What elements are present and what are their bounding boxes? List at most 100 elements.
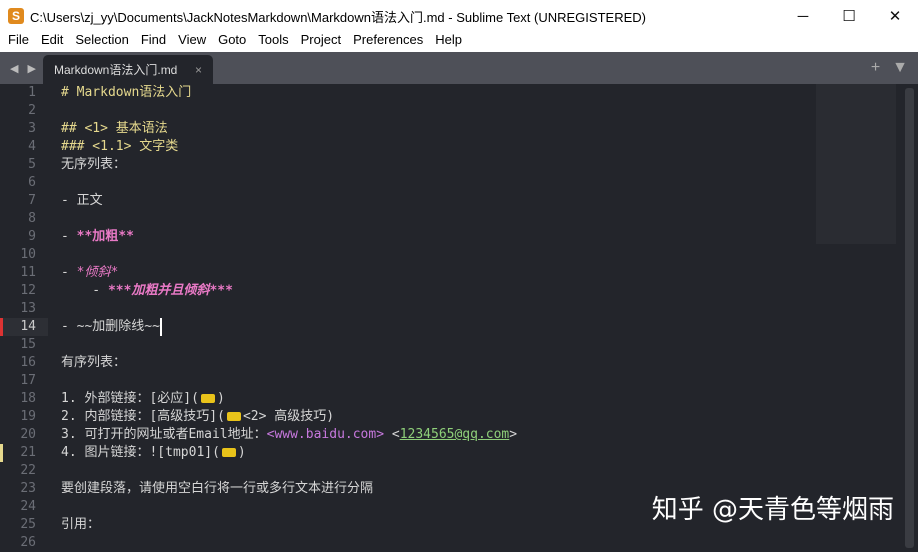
code-text: - [61,265,77,280]
vertical-scrollbar[interactable] [905,88,914,548]
folded-url-icon[interactable] [200,394,215,403]
code-text: *倾斜* [76,265,119,280]
text-cursor [159,318,162,336]
code-line[interactable]: 3. 可打开的网址或者Email地址：<www.baidu.com> <1234… [61,426,517,444]
tab-active[interactable]: Markdown语法入门.md × [43,55,213,84]
link-text: 1234565@qq.com [399,427,510,442]
line-number: 6 [28,175,36,190]
menu-view[interactable]: View [172,32,212,52]
code-text: ### <1.1> 文字类 [61,139,179,154]
code-line[interactable] [61,498,517,516]
line-number: 13 [20,301,36,316]
code-line[interactable] [61,336,517,354]
code-text: 无序列表： [61,157,127,172]
folded-url-icon[interactable] [221,448,236,457]
menu-preferences[interactable]: Preferences [347,32,429,52]
code-line[interactable]: - **加粗** [61,228,517,246]
code-text: 要创建段落，请使用空白行将一行或多行文本进行分隔 [61,481,374,496]
line-number: 25 [20,517,36,532]
line-number: 8 [28,211,36,226]
code-line[interactable]: 要创建段落，请使用空白行将一行或多行文本进行分隔 [61,480,517,498]
tab-dropdown-icon[interactable]: ▼ [892,59,908,77]
code-line[interactable]: - ***加粗并且倾斜*** [61,282,517,300]
code-area[interactable]: # Markdown语法入门 ## <1> 基本语法 ### <1.1> 文字类 无序… [61,84,517,552]
folded-url-icon[interactable] [226,412,241,421]
title-bar: S C:\Users\zj_yy\Documents\JackNotesMark… [0,0,918,32]
code-line[interactable]: 有序列表： [61,354,517,372]
new-tab-icon[interactable]: + [871,59,880,77]
line-number: 15 [20,337,36,352]
tab-nav-arrows-icon[interactable]: ◀ ▶ [10,62,39,75]
code-line[interactable] [61,210,517,228]
code-text: - ~~加删除线~~ [61,319,160,334]
code-line[interactable] [61,102,517,120]
line-gutter: 1 2 3 4 5 6 7 8 9 10 11 12 13 14 15 16 17 18 19 20 21 22 23 24 2… [0,84,48,552]
code-line[interactable]: ### <1.1> 文字类 [61,138,517,156]
bookmark-marker [0,318,3,336]
menu-goto[interactable]: Goto [212,32,252,52]
tab-bar: ◀ ▶ Markdown语法入门.md × + ▼ [0,52,918,84]
code-text: ## <1> 基本语法 [61,121,168,136]
line-number: 16 [20,355,36,370]
code-text: 有序列表： [61,355,127,370]
code-text: ) [237,445,246,460]
line-number: 7 [28,193,36,208]
menu-project[interactable]: Project [295,32,347,52]
sublime-app-icon: S [8,8,24,24]
line-number: 14 [0,318,48,336]
menu-tools[interactable]: Tools [252,32,294,52]
menu-file[interactable]: File [2,32,35,52]
line-number: 5 [28,157,36,172]
line-number: 2 [28,103,36,118]
code-text: 2. 内部链接：[高级技巧]( [61,409,225,424]
code-line[interactable] [61,246,517,264]
code-text: 引用： [61,517,101,532]
code-text: - [61,229,77,244]
minimize-button[interactable]: ─ [780,8,826,25]
line-number: 26 [20,535,36,550]
code-text: > [509,427,518,442]
menu-selection[interactable]: Selection [69,32,134,52]
line-number: 19 [20,409,36,424]
close-button[interactable]: ✕ [872,7,918,25]
code-line[interactable]: 2. 内部链接：[高级技巧](<2> 高级技巧) [61,408,517,426]
code-line[interactable] [61,174,517,192]
code-line[interactable]: # Markdown语法入门 [61,84,517,102]
line-number: 23 [20,481,36,496]
maximize-button[interactable]: ☐ [826,7,872,25]
code-line[interactable]: - 正文 [61,192,517,210]
code-line[interactable] [61,300,517,318]
modified-line-marker [0,444,3,462]
watermark: 知乎 @天青色等烟雨 [651,495,894,525]
code-line[interactable]: - ~~加删除线~~ [61,318,517,336]
code-text: 1. 外部链接：[必应]( [61,391,199,406]
line-number: 22 [20,463,36,478]
line-number: 12 [20,283,36,298]
link-text: <www.baidu.com> [266,427,385,442]
code-text: 3. 可打开的网址或者Email地址： [61,427,267,442]
editor[interactable]: 1 2 3 4 5 6 7 8 9 10 11 12 13 14 15 16 17 18 19 20 21 22 23 24 2… [0,84,918,550]
code-text: **加粗** [76,229,134,244]
line-number: 24 [20,499,36,514]
line-number: 17 [20,373,36,388]
line-number: 21 [20,445,36,460]
code-line[interactable] [61,534,517,552]
code-line[interactable]: 引用： [61,516,517,534]
code-line[interactable]: ## <1> 基本语法 [61,120,517,138]
minimap[interactable] [816,84,896,244]
menu-edit[interactable]: Edit [35,32,69,52]
menu-find[interactable]: Find [135,32,172,52]
code-line[interactable]: 1. 外部链接：[必应]() [61,390,517,408]
menu-help[interactable]: Help [429,32,468,52]
code-line[interactable] [61,462,517,480]
code-line[interactable]: - *倾斜* [61,264,517,282]
code-line[interactable]: 4. 图片链接：![tmp01]() [61,444,517,462]
code-line[interactable] [61,372,517,390]
code-text: - [61,283,108,298]
tab-close-icon[interactable]: × [195,63,202,77]
code-text: < [384,427,400,442]
line-number: 11 [20,265,36,280]
code-line[interactable]: 无序列表： [61,156,517,174]
code-text: ***加粗并且倾斜*** [107,283,233,298]
line-number: 10 [20,247,36,262]
